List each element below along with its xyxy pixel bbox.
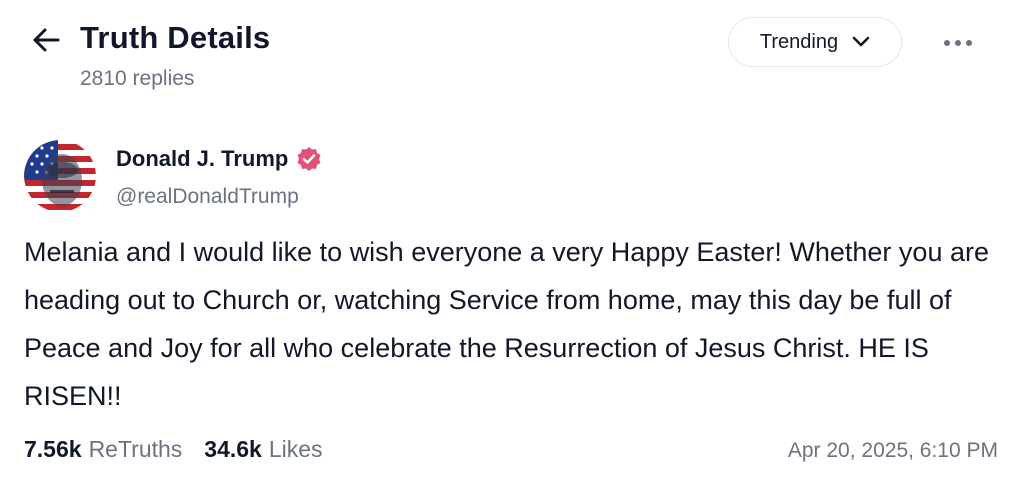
verified-badge-icon xyxy=(297,147,321,171)
author-name: Donald J. Trump xyxy=(116,146,289,171)
more-dot xyxy=(955,40,961,46)
post-text: Melania and I would like to wish everyon… xyxy=(24,237,989,411)
author-name-row[interactable]: Donald J. Trump xyxy=(116,146,322,172)
retruths-stat[interactable]: 7.56k ReTruths xyxy=(24,436,182,463)
more-options-button[interactable] xyxy=(936,26,980,60)
more-horizontal-icon xyxy=(944,40,950,46)
avatar[interactable] xyxy=(24,140,96,212)
reply-count: 2810 replies xyxy=(80,67,195,90)
arrow-left-icon xyxy=(33,28,60,52)
retruths-count: 7.56k xyxy=(24,436,82,462)
avatar-image xyxy=(24,140,96,212)
post-timestamp: Apr 20, 2025, 6:10 PM xyxy=(787,439,998,462)
likes-label: Likes xyxy=(268,436,323,462)
page-header: Truth Details 2810 replies Trending xyxy=(0,0,1024,110)
author-handle[interactable]: @realDonaldTrump xyxy=(116,185,299,209)
sort-dropdown[interactable]: Trending xyxy=(728,17,902,67)
likes-stat[interactable]: 34.6k Likes xyxy=(204,436,322,463)
back-button[interactable] xyxy=(28,22,64,58)
retruths-label: ReTruths xyxy=(88,436,183,462)
likes-count: 34.6k xyxy=(204,436,262,462)
more-dot xyxy=(966,40,972,46)
page-title: Truth Details xyxy=(80,20,271,55)
sort-label: Trending xyxy=(759,30,839,53)
post-stats: 7.56k ReTruths 34.6k Likes xyxy=(24,436,323,463)
chevron-down-icon xyxy=(852,36,870,47)
